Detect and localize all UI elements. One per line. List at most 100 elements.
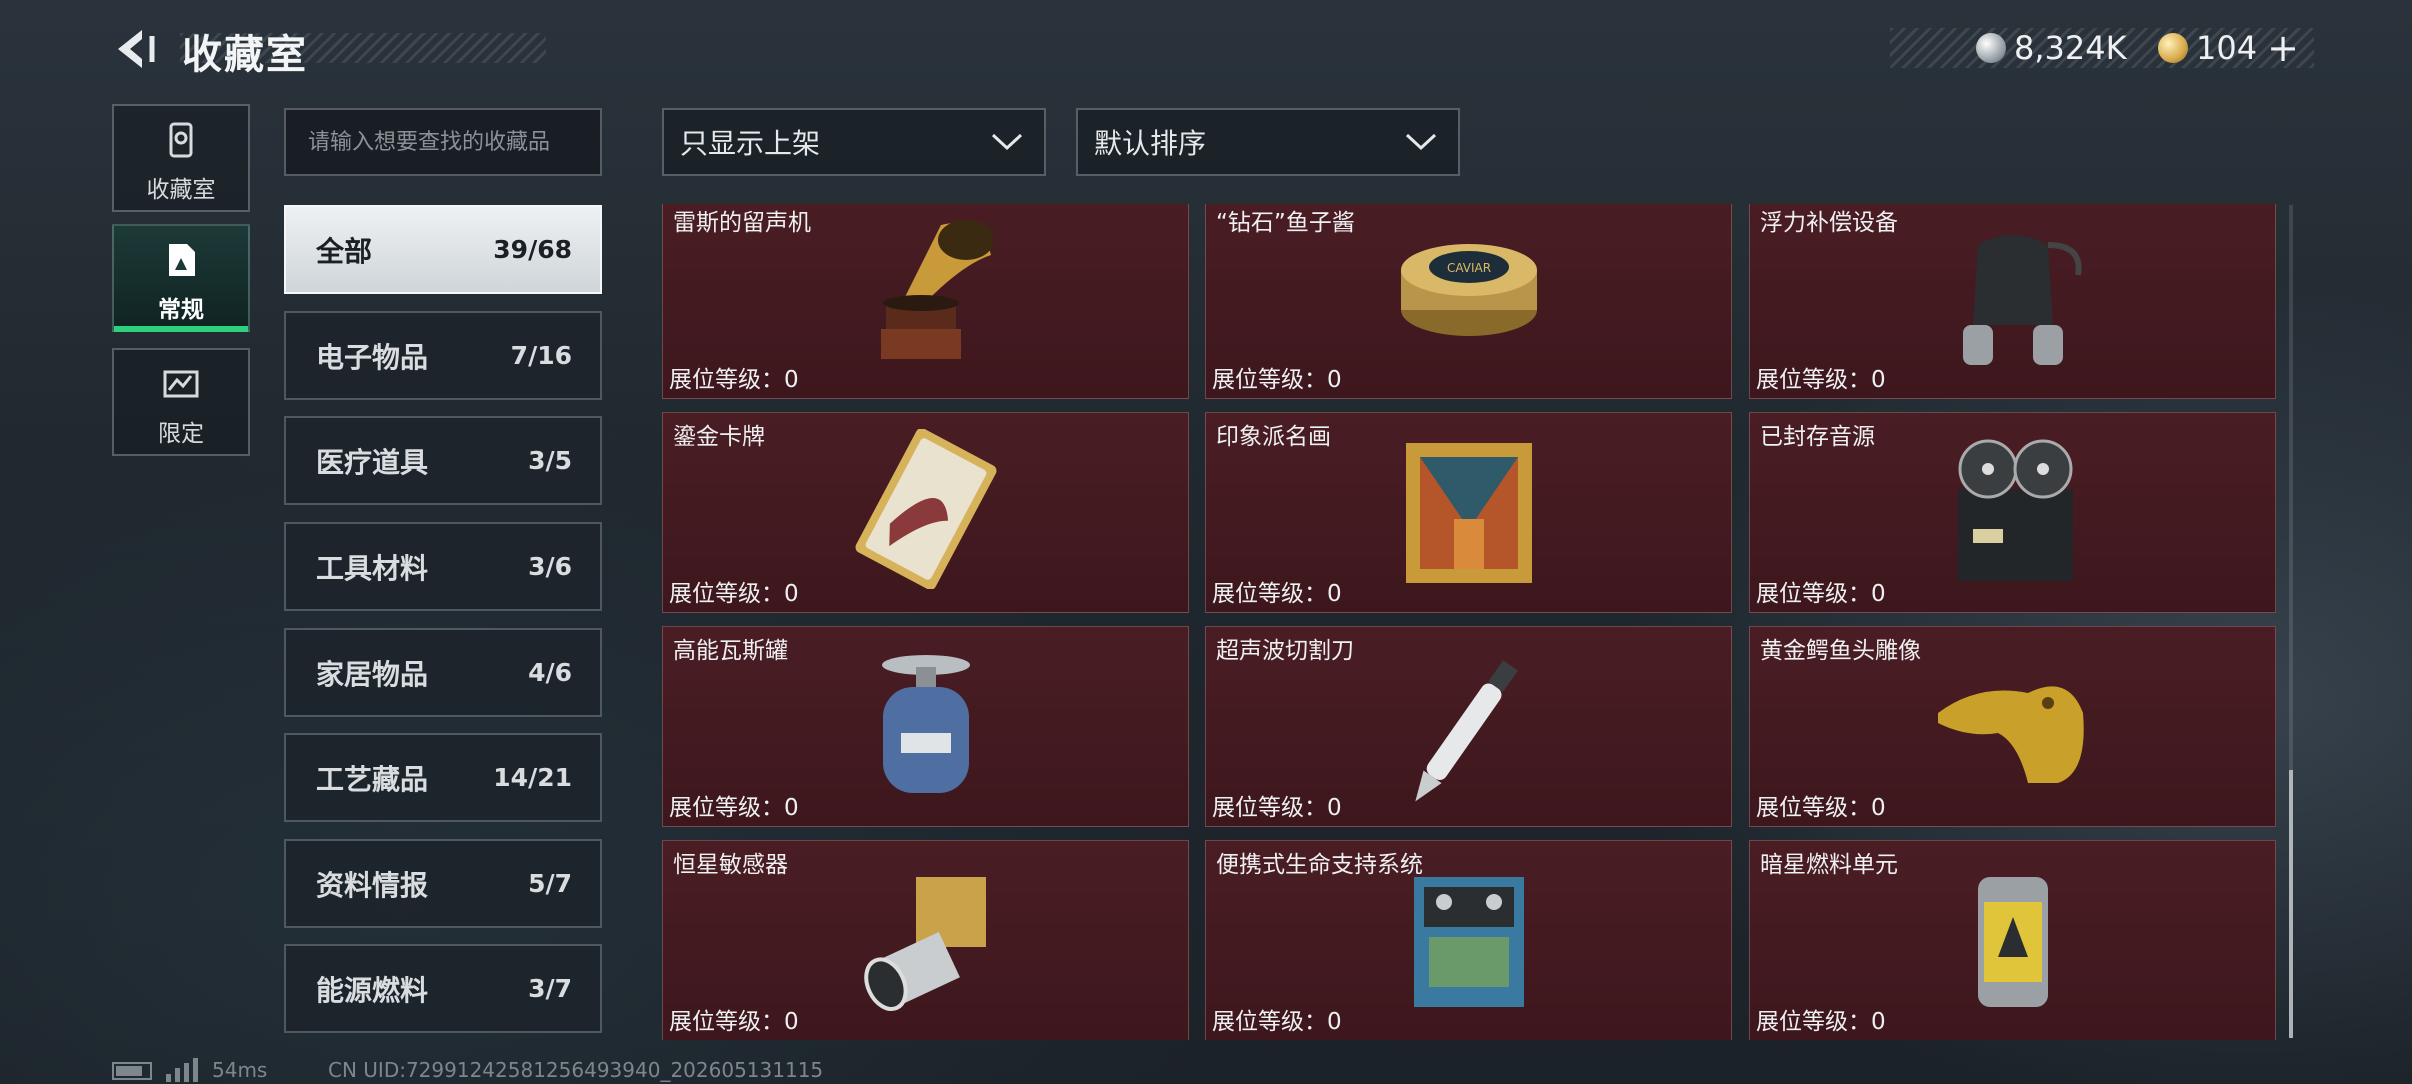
item-level: 展位等级：0: [669, 367, 799, 393]
item-card[interactable]: 恒星敏感器 展位等级：0: [662, 840, 1189, 1040]
category-crafts[interactable]: 工艺藏品 14/21: [284, 733, 602, 822]
category-count: 14/21: [493, 763, 572, 792]
item-level: 展位等级：0: [669, 1009, 799, 1035]
item-card[interactable]: 浮力补偿设备 展位等级：0: [1749, 204, 2276, 399]
page-title: 收藏室: [182, 32, 308, 78]
chevron-down-icon: [1405, 133, 1437, 151]
reel-tape-recorder-icon: [1957, 439, 2073, 581]
caviar-tin-icon: CAVIAR: [1400, 244, 1537, 336]
category-name: 家居物品: [316, 657, 429, 691]
category-name: 医疗道具: [316, 445, 429, 479]
svg-text:CAVIAR: CAVIAR: [1446, 261, 1490, 275]
category-energy[interactable]: 能源燃料 3/7: [284, 944, 602, 1033]
item-level: 展位等级：0: [1756, 795, 1886, 821]
item-level: 展位等级：0: [1212, 581, 1342, 607]
search-input[interactable]: [284, 108, 602, 176]
silver-currency: 8,324K: [1976, 29, 2127, 67]
gas-canister-icon: [881, 655, 970, 793]
item-card[interactable]: 超声波切割刀 展位等级：0: [1205, 626, 1732, 827]
sort-dropdown[interactable]: 默认排序: [1076, 108, 1460, 176]
sidebar-item-limited[interactable]: 限定: [112, 348, 250, 456]
category-name: 工具材料: [316, 551, 429, 585]
limited-icon: [163, 370, 199, 398]
item-card[interactable]: 高能瓦斯罐 展位等级：0: [662, 626, 1189, 827]
regular-icon: [169, 244, 195, 276]
item-level: 展位等级：0: [1756, 367, 1886, 393]
item-name: 黄金鳄鱼头雕像: [1760, 638, 1921, 664]
item-name: 雷斯的留声机: [673, 210, 811, 236]
gold-amount: 104: [2196, 29, 2258, 67]
sidebar-item-label: 限定: [158, 421, 204, 447]
sidebar-item-label: 收藏室: [146, 177, 216, 203]
buoyancy-device-icon: [1962, 235, 2082, 365]
category-intel[interactable]: 资料情报 5/7: [284, 839, 602, 928]
back-arrow-icon: [118, 30, 155, 68]
add-currency-icon[interactable]: +: [2267, 26, 2299, 70]
item-level: 展位等级：0: [1212, 1009, 1342, 1035]
category-count: 3/7: [528, 974, 572, 1003]
gramophone-icon: [880, 220, 994, 359]
item-level: 展位等级：0: [1756, 1009, 1886, 1035]
chevron-down-icon: [991, 133, 1023, 151]
item-card[interactable]: 暗星燃料单元 展位等级：0: [1749, 840, 2276, 1040]
user-uid: CN UID:72991242581256493940_202605131115: [328, 1058, 824, 1082]
ping-readout: 54ms: [212, 1058, 268, 1082]
item-name: 超声波切割刀: [1216, 638, 1354, 664]
item-card[interactable]: CAVIAR “钻石”鱼子酱 展位等级：0: [1205, 204, 1732, 399]
item-name: 已封存音源: [1760, 424, 1875, 450]
category-count: 3/5: [528, 446, 572, 475]
category-household[interactable]: 家居物品 4/6: [284, 628, 602, 717]
category-count: 3/6: [528, 552, 572, 581]
category-name: 全部: [316, 234, 373, 268]
item-level: 展位等级：0: [669, 795, 799, 821]
back-button[interactable]: [112, 26, 158, 72]
item-card[interactable]: 已封存音源 展位等级：0: [1749, 412, 2276, 613]
item-name: 便携式生命支持系统: [1216, 852, 1423, 878]
item-name: 鎏金卡牌: [673, 424, 765, 450]
item-card[interactable]: 雷斯的留声机 展位等级：0: [662, 204, 1189, 399]
gold-currency[interactable]: 104 +: [2158, 26, 2299, 70]
item-level: 展位等级：0: [1212, 367, 1342, 393]
life-support-icon: [1413, 877, 1524, 1007]
item-name: 印象派名画: [1216, 424, 1331, 450]
framed-painting-icon: [1405, 443, 1532, 583]
category-all[interactable]: 全部 39/68: [284, 205, 602, 294]
category-count: 5/7: [528, 869, 572, 898]
sidebar-item-label: 常规: [158, 297, 204, 323]
fuel-cell-icon: [1977, 877, 2048, 1007]
grid-scrollbar-thumb[interactable]: [2289, 770, 2293, 1038]
item-name: 高能瓦斯罐: [673, 638, 788, 664]
golden-crocodile-icon: [1937, 686, 2084, 783]
ultrasonic-cutter-icon: [1414, 660, 1518, 802]
category-electronics[interactable]: 电子物品 7/16: [284, 311, 602, 400]
battery-icon: [112, 1062, 152, 1080]
item-name: 暗星燃料单元: [1760, 852, 1898, 878]
star-sensor-icon: [863, 877, 986, 1011]
item-card[interactable]: 便携式生命支持系统 展位等级：0: [1205, 840, 1732, 1040]
listing-filter-value: 只显示上架: [680, 127, 821, 160]
item-level: 展位等级：0: [1212, 795, 1342, 821]
category-name: 能源燃料: [316, 973, 429, 1007]
item-card[interactable]: 印象派名画 展位等级：0: [1205, 412, 1732, 613]
collection-room-icon: [169, 122, 193, 158]
item-card[interactable]: 鎏金卡牌 展位等级：0: [662, 412, 1189, 613]
category-count: 39/68: [493, 235, 572, 264]
silver-coin-icon: [1976, 33, 2006, 63]
listing-filter-dropdown[interactable]: 只显示上架: [662, 108, 1046, 176]
category-tools[interactable]: 工具材料 3/6: [284, 522, 602, 611]
category-count: 7/16: [510, 341, 572, 370]
item-card[interactable]: 黄金鳄鱼头雕像 展位等级：0: [1749, 626, 2276, 827]
item-name: 恒星敏感器: [673, 852, 788, 878]
gilded-card-icon: [855, 429, 996, 589]
silver-amount: 8,324K: [2014, 29, 2127, 67]
sort-value: 默认排序: [1094, 127, 1207, 160]
sidebar-item-regular[interactable]: 常规: [112, 224, 250, 332]
item-name: 浮力补偿设备: [1760, 210, 1898, 236]
category-name: 资料情报: [316, 868, 429, 902]
item-grid: 雷斯的留声机 展位等级：0 CAVIAR “钻石”鱼子酱 展位等级：0 浮力补偿…: [662, 204, 2276, 1040]
sidebar-item-collection-room[interactable]: 收藏室: [112, 104, 250, 212]
item-name: “钻石”鱼子酱: [1216, 210, 1355, 236]
category-medical[interactable]: 医疗道具 3/5: [284, 416, 602, 505]
signal-icon: [166, 1058, 198, 1082]
category-count: 4/6: [528, 658, 572, 687]
